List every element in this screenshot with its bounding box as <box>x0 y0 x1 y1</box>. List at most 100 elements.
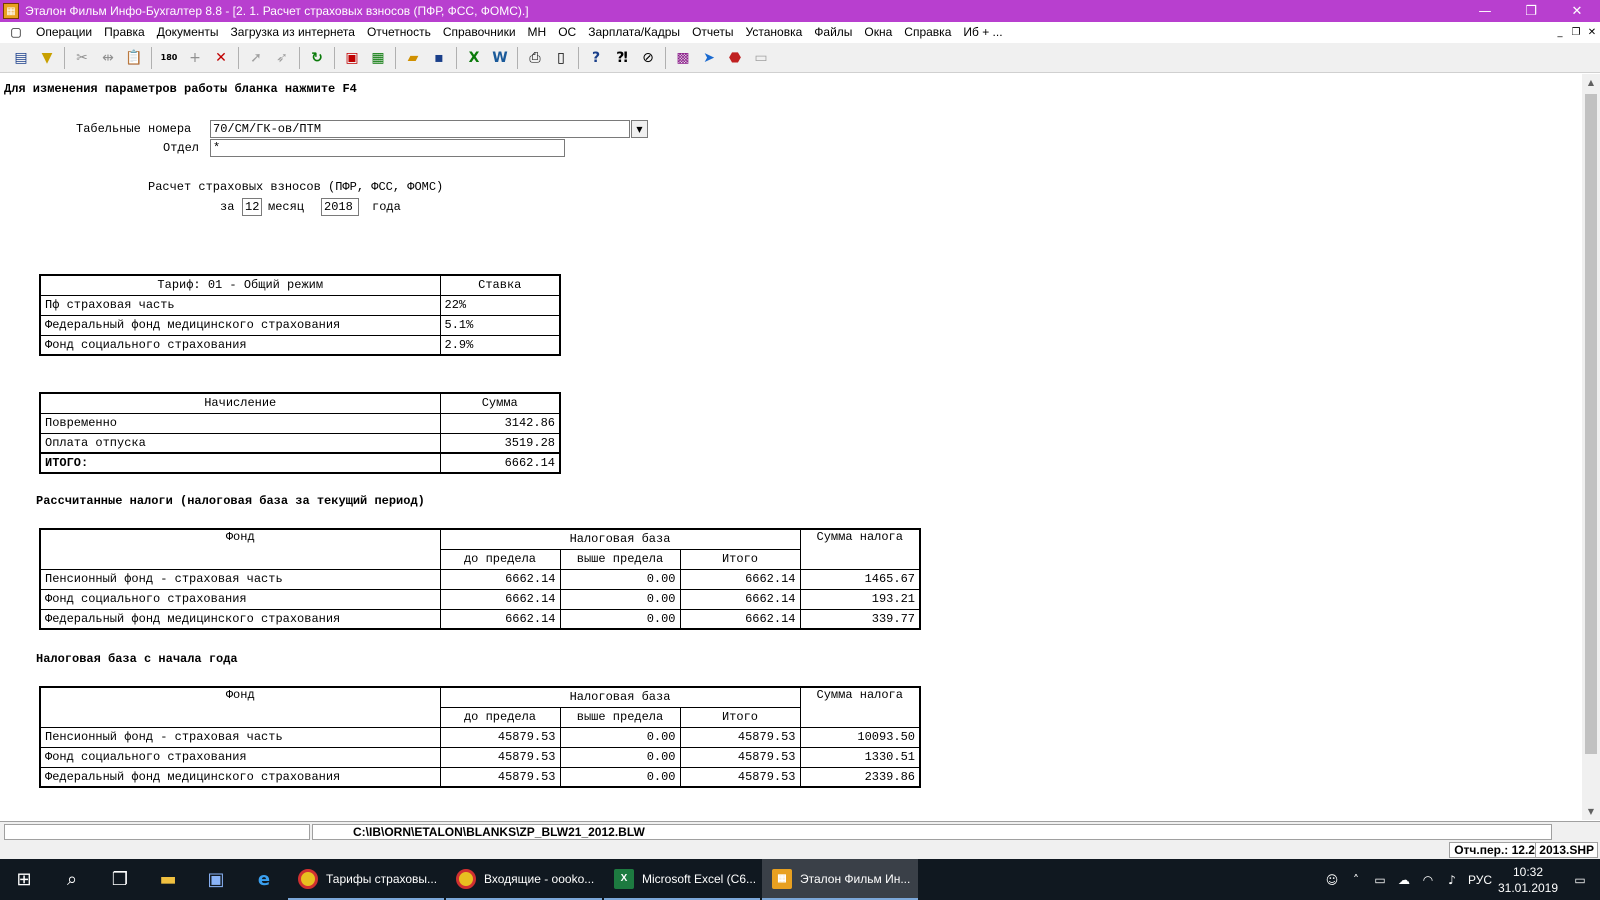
battery-icon[interactable]: ▭ <box>1368 859 1392 900</box>
table-row: Оплата отпуска 3519.28 <box>39 432 561 454</box>
search-icon[interactable]: ⌕ <box>48 859 96 900</box>
hint-text: Для изменения параметров работы бланка н… <box>4 82 357 96</box>
filter-icon[interactable]: ▼ <box>35 46 59 70</box>
tax-cell: 193.21 <box>799 588 921 610</box>
number-180-icon[interactable]: 180 <box>157 46 181 70</box>
minimize-button[interactable]: — <box>1462 0 1508 22</box>
chevron-down-icon[interactable]: ▼ <box>631 120 648 138</box>
table-header-row: Начисление Сумма <box>39 392 561 414</box>
taskbar-task-etalon[interactable]: ▦ Эталон Фильм Ин... <box>762 859 918 900</box>
menu-internet-download[interactable]: Загрузка из интернета <box>225 25 361 39</box>
ornament-icon[interactable]: ▩ <box>671 46 695 70</box>
resize-icon[interactable]: ⇹ <box>96 46 120 70</box>
menu-windows[interactable]: Окна <box>858 25 898 39</box>
list-icon[interactable]: ▤ <box>9 46 33 70</box>
year-field[interactable]: 2018 <box>321 198 359 216</box>
tax-amount-header: Сумма налога <box>799 686 921 728</box>
compass-icon[interactable]: ⊘ <box>636 46 660 70</box>
calculator-icon[interactable]: ▦ <box>366 46 390 70</box>
clock-date: 31.01.2019 <box>1497 880 1559 895</box>
onedrive-icon[interactable]: ☁ <box>1392 859 1416 900</box>
internet-explorer-icon[interactable]: e <box>240 859 288 900</box>
menu-documents[interactable]: Документы <box>151 25 225 39</box>
above-limit-header: выше предела <box>559 706 681 728</box>
language-indicator[interactable]: РУС <box>1464 859 1496 900</box>
status-segment-empty <box>4 824 310 840</box>
table-row: Пенсионный фонд - страховая часть 6662.1… <box>39 568 921 590</box>
toolbar-separator <box>151 46 152 69</box>
menu-operations[interactable]: Операции <box>30 25 98 39</box>
menu-payroll[interactable]: Зарплата/Кадры <box>582 25 686 39</box>
open-folder-icon[interactable]: ▰ <box>401 46 425 70</box>
total-amount: 6662.14 <box>439 452 561 474</box>
report-document: Для изменения параметров работы бланка н… <box>0 74 1582 820</box>
menu-ib-plus[interactable]: Иб + ... <box>957 25 1008 39</box>
task-label: Эталон Фильм Ин... <box>800 871 911 886</box>
add-icon[interactable]: + <box>183 46 207 70</box>
taskbar-task-chrome-inbox[interactable]: Входящие - oooko... <box>446 859 602 900</box>
file-explorer-icon[interactable]: ▬ <box>144 859 192 900</box>
menu-os[interactable]: ОС <box>552 25 582 39</box>
toolbar-separator <box>665 46 666 69</box>
table-row: Федеральный фонд медицинского страховани… <box>39 314 561 336</box>
wifi-icon[interactable]: ◠ <box>1416 859 1440 900</box>
volume-icon[interactable]: ♪ <box>1440 859 1464 900</box>
accrual-name-cell: Оплата отпуска <box>39 432 441 454</box>
cut-icon[interactable]: ✂ <box>70 46 94 70</box>
windows-start-icon[interactable]: ⊞ <box>0 859 48 900</box>
refresh-icon[interactable]: ↻ <box>305 46 329 70</box>
scroll-thumb[interactable] <box>1585 94 1597 754</box>
app-icon[interactable]: ▦ <box>3 3 19 19</box>
help-icon[interactable]: ? <box>584 46 608 70</box>
taskbar-task-chrome-tariffs[interactable]: Тарифы страховы... <box>288 859 444 900</box>
task-view-icon[interactable]: ❐ <box>96 859 144 900</box>
restore-button[interactable]: ❐ <box>1508 0 1554 22</box>
calendar-icon[interactable]: ▭ <box>749 46 773 70</box>
fund-cell: Фонд социального страхования <box>39 746 441 768</box>
menu-directories[interactable]: Справочники <box>437 25 522 39</box>
delete-icon[interactable]: ✕ <box>209 46 233 70</box>
pointer-icon[interactable]: ➚ <box>244 46 268 70</box>
month-label: месяц <box>268 200 305 214</box>
people-icon[interactable]: ☺ <box>1320 859 1344 900</box>
taskbar-task-excel[interactable]: X Microsoft Excel (С6... <box>604 859 760 900</box>
save-icon[interactable]: ▪ <box>427 46 451 70</box>
mdi-minimize-button[interactable]: _ <box>1552 22 1568 42</box>
print-icon[interactable]: ⎙ <box>523 46 547 70</box>
menu-reporting[interactable]: Отчетность <box>361 25 437 39</box>
document-window-icon[interactable]: ▢ <box>8 24 24 40</box>
mdi-close-button[interactable]: ✕ <box>1584 22 1600 42</box>
paste-icon[interactable]: 📋 <box>122 46 146 70</box>
menu-mn[interactable]: МН <box>522 25 553 39</box>
menu-edit[interactable]: Правка <box>98 25 151 39</box>
pdf-icon[interactable]: ▣ <box>340 46 364 70</box>
menu-files[interactable]: Файлы <box>808 25 858 39</box>
word-icon[interactable]: W <box>488 46 512 70</box>
menu-reports[interactable]: Отчеты <box>686 25 739 39</box>
close-button[interactable]: ✕ <box>1554 0 1600 22</box>
tab-numbers-field[interactable]: 70/СМ/ГК-ов/ПТМ <box>210 120 630 138</box>
below-limit-cell: 45879.53 <box>439 746 561 768</box>
mdi-restore-button[interactable]: ❐ <box>1568 22 1584 42</box>
page-icon[interactable]: ▯ <box>549 46 573 70</box>
pc-settings-icon[interactable]: ▣ <box>192 859 240 900</box>
chevron-up-icon[interactable]: ˄ <box>1344 859 1368 900</box>
menu-help[interactable]: Справка <box>898 25 957 39</box>
menu-settings[interactable]: Установка <box>740 25 809 39</box>
whats-this-icon[interactable]: ⁈ <box>610 46 634 70</box>
scroll-up-icon[interactable]: ▲ <box>1582 74 1600 91</box>
bird-icon[interactable]: ➤ <box>697 46 721 70</box>
pointer-multi-icon[interactable]: ➶ <box>270 46 294 70</box>
department-field[interactable]: * <box>210 139 565 157</box>
current-taxes-title: Рассчитанные налоги (налоговая база за т… <box>36 494 425 508</box>
notifications-icon[interactable]: ▭ <box>1560 859 1600 900</box>
vertical-scrollbar[interactable]: ▲ ▼ <box>1582 74 1600 820</box>
amount-header: Сумма <box>439 392 561 414</box>
stop-icon[interactable]: ⬣ <box>723 46 747 70</box>
window-title: Эталон Фильм Инфо-Бухгалтер 8.8 - [2. 1.… <box>25 4 529 18</box>
scroll-down-icon[interactable]: ▼ <box>1582 803 1600 820</box>
fund-cell: Фонд социального страхования <box>39 588 441 610</box>
clock[interactable]: 10:32 31.01.2019 <box>1496 864 1560 896</box>
month-field[interactable]: 12 <box>242 198 262 216</box>
excel-icon[interactable]: X <box>462 46 486 70</box>
